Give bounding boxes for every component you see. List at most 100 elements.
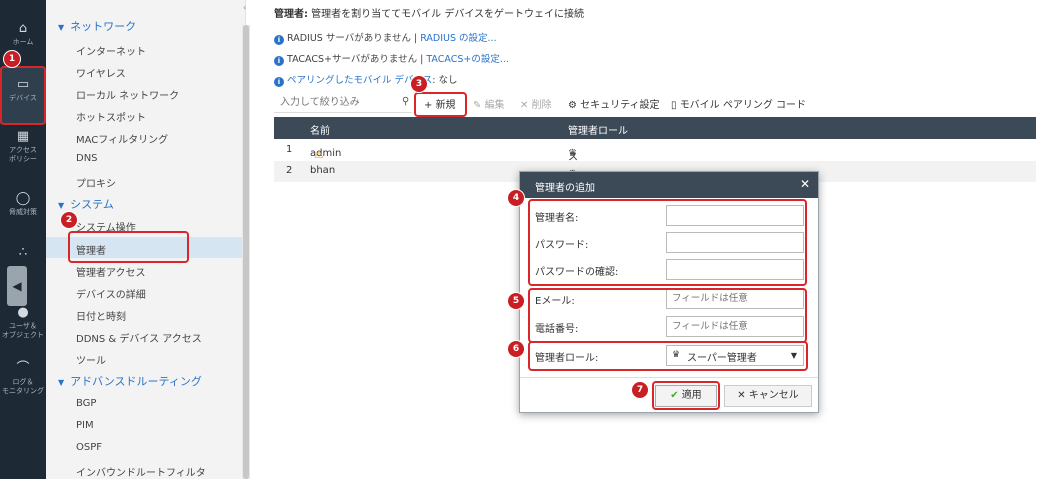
rail-item-access-policy[interactable]: ▦ アクセス ポリシー: [0, 130, 46, 164]
nav-scrollbar[interactable]: [242, 25, 250, 479]
nav-item-inbound-route-filter[interactable]: インバウンドルートフィルタ: [76, 464, 206, 479]
rail-item-label: 脅威対策: [9, 208, 37, 216]
nav-scrollbar-thumb[interactable]: [243, 25, 249, 479]
annotation-highlight-6: [528, 341, 808, 371]
nav-group-routing[interactable]: ▼ アドバンスドルーティング: [58, 373, 202, 389]
chevron-left-icon[interactable]: ‹: [243, 3, 246, 12]
nav-item-admin-access[interactable]: 管理者アクセス: [76, 264, 146, 279]
shield-icon: ◯: [15, 191, 31, 206]
warning-icon: ⚠: [314, 148, 324, 161]
nav-item-proxy[interactable]: プロキシ: [76, 175, 116, 190]
dialog-titlebar: 管理者の追加 ✕: [520, 172, 818, 198]
annotation-highlight-1: [0, 66, 46, 125]
row-number: 1: [286, 144, 293, 155]
rail-item-label: ユーザ＆ オブジェクト: [2, 322, 44, 339]
nav-item-hotspot[interactable]: ホットスポット: [76, 109, 146, 124]
nav-item-dns[interactable]: DNS: [76, 153, 98, 164]
annotation-highlight-7: [652, 381, 720, 410]
delete-button-label: 削除: [531, 100, 552, 111]
row-name: bhan: [310, 165, 336, 176]
tacacs-settings-link[interactable]: TACACS+の設定...: [426, 54, 509, 65]
annotation-badge-1: 1: [4, 51, 20, 67]
rail-item-home[interactable]: ⌂ ホーム: [0, 22, 46, 47]
page-title: 管理者:: [274, 9, 308, 20]
column-header-name[interactable]: 名前: [310, 122, 330, 137]
nav-item-internet[interactable]: インターネット: [76, 43, 146, 58]
nav-item-date-time[interactable]: 日付と時刻: [76, 308, 126, 323]
annotation-highlight-5: [528, 288, 807, 343]
info-tacacs: i TACACS+サーバがありません | TACACS+の設定...: [274, 51, 509, 66]
network-icon: ∴: [18, 245, 28, 260]
close-icon: ✕: [737, 390, 749, 401]
nav-item-device-details[interactable]: デバイスの詳細: [76, 286, 146, 301]
info-icon: i: [274, 56, 284, 66]
annotation-highlight-2: [68, 231, 189, 263]
rail-item-label: ログ＆ モニタリング: [2, 378, 44, 395]
rail-item-network-graph[interactable]: ∴: [0, 246, 46, 262]
annotation-highlight-4: [528, 199, 807, 286]
annotation-highlight-3: [414, 92, 467, 117]
nav-group-label: アドバンスドルーティング: [70, 375, 202, 388]
annotation-badge-2: 2: [61, 212, 77, 228]
phone-icon: ▯: [671, 100, 680, 111]
rail-item-users[interactable]: ● ユーザ＆ オブジェクト: [0, 306, 46, 340]
delete-button[interactable]: ✕ 削除: [520, 96, 552, 111]
cancel-button[interactable]: ✕ キャンセル: [724, 385, 812, 407]
annotation-badge-5: 5: [508, 293, 524, 309]
row-number: 2: [286, 165, 293, 176]
gear-icon: ⚙: [568, 100, 581, 111]
close-icon: ✕: [520, 100, 532, 111]
caret-down-icon: ▼: [58, 201, 65, 210]
edit-button-label: 編集: [484, 100, 505, 111]
chevron-left-icon: ◀: [12, 279, 22, 293]
nav-item-wireless[interactable]: ワイヤレス: [76, 65, 126, 80]
nav-group-system[interactable]: ▼ システム: [58, 196, 114, 212]
nav-item-tools[interactable]: ツール: [76, 352, 106, 367]
nav-item-ddns[interactable]: DDNS & デバイス アクセス: [76, 330, 202, 345]
dialog-title: 管理者の追加: [535, 183, 595, 194]
grid-icon: ▦: [16, 129, 30, 144]
search-icon: ⚲: [402, 96, 410, 107]
nav-item-bgp[interactable]: BGP: [76, 398, 96, 409]
rail-item-threat[interactable]: ◯ 脅威対策: [0, 192, 46, 217]
nav-item-pim[interactable]: PIM: [76, 420, 94, 431]
close-icon[interactable]: ✕: [800, 177, 810, 191]
grid-toolbar: ⚲ + 新規 ✎ 編集 ✕ 削除 ⚙ セキュリティ設定 ▯ モバイル ペアリング…: [274, 93, 1036, 115]
users-icon: ●: [17, 305, 29, 320]
nav-item-mac-filter[interactable]: MACフィルタリング: [76, 131, 168, 146]
filter-input[interactable]: [274, 93, 412, 113]
dialog-divider: [520, 377, 818, 378]
page-header: 管理者: 管理者を割り当ててモバイル デバイスをゲートウェイに接続: [274, 5, 584, 20]
rail-item-log-monitor[interactable]: ⌒ ログ＆ モニタリング: [0, 362, 46, 396]
info-text: : なし: [432, 75, 458, 86]
info-icon: i: [274, 77, 284, 87]
mobile-pairing-button[interactable]: ▯ モバイル ペアリング コード: [671, 96, 806, 111]
collapse-rail-button[interactable]: ◀: [7, 266, 27, 306]
annotation-badge-3: 3: [411, 76, 427, 92]
caret-down-icon: ▼: [58, 23, 65, 32]
rail-item-label: ホーム: [12, 38, 34, 46]
column-header-role[interactable]: 管理者ロール: [568, 122, 628, 137]
pencil-icon: ✎: [473, 100, 485, 111]
nav-group-network[interactable]: ▼ ネットワーク: [58, 18, 136, 34]
grid-header: 名前 管理者ロール: [274, 117, 1036, 139]
caret-down-icon: ▼: [58, 378, 65, 387]
nav-item-ospf[interactable]: OSPF: [76, 442, 102, 453]
nav-group-label: システム: [70, 198, 114, 211]
cancel-button-label: キャンセル: [748, 390, 799, 401]
info-paired-devices: i ペアリングしたモバイル デバイス: なし: [274, 72, 457, 87]
info-text: TACACS+サーバがありません |: [287, 54, 427, 65]
nav-group-label: ネットワーク: [70, 20, 137, 33]
annotation-badge-6: 6: [508, 341, 524, 357]
home-icon: ⌂: [18, 21, 28, 36]
rail-item-label: アクセス ポリシー: [9, 146, 37, 163]
security-settings-button[interactable]: ⚙ セキュリティ設定: [568, 96, 660, 111]
info-text: RADIUS サーバがありません |: [287, 33, 421, 44]
annotation-badge-4: 4: [508, 190, 524, 206]
table-row[interactable]: 1 admin⚠ ♛ スーパー管理者: [274, 140, 1036, 253]
nav-item-local-network[interactable]: ローカル ネットワーク: [76, 87, 179, 102]
radius-settings-link[interactable]: RADIUS の設定...: [420, 33, 496, 44]
mobile-pairing-label: モバイル ペアリング コード: [679, 100, 807, 111]
monitor-icon: ⌒: [16, 361, 30, 376]
edit-button[interactable]: ✎ 編集: [473, 96, 505, 111]
